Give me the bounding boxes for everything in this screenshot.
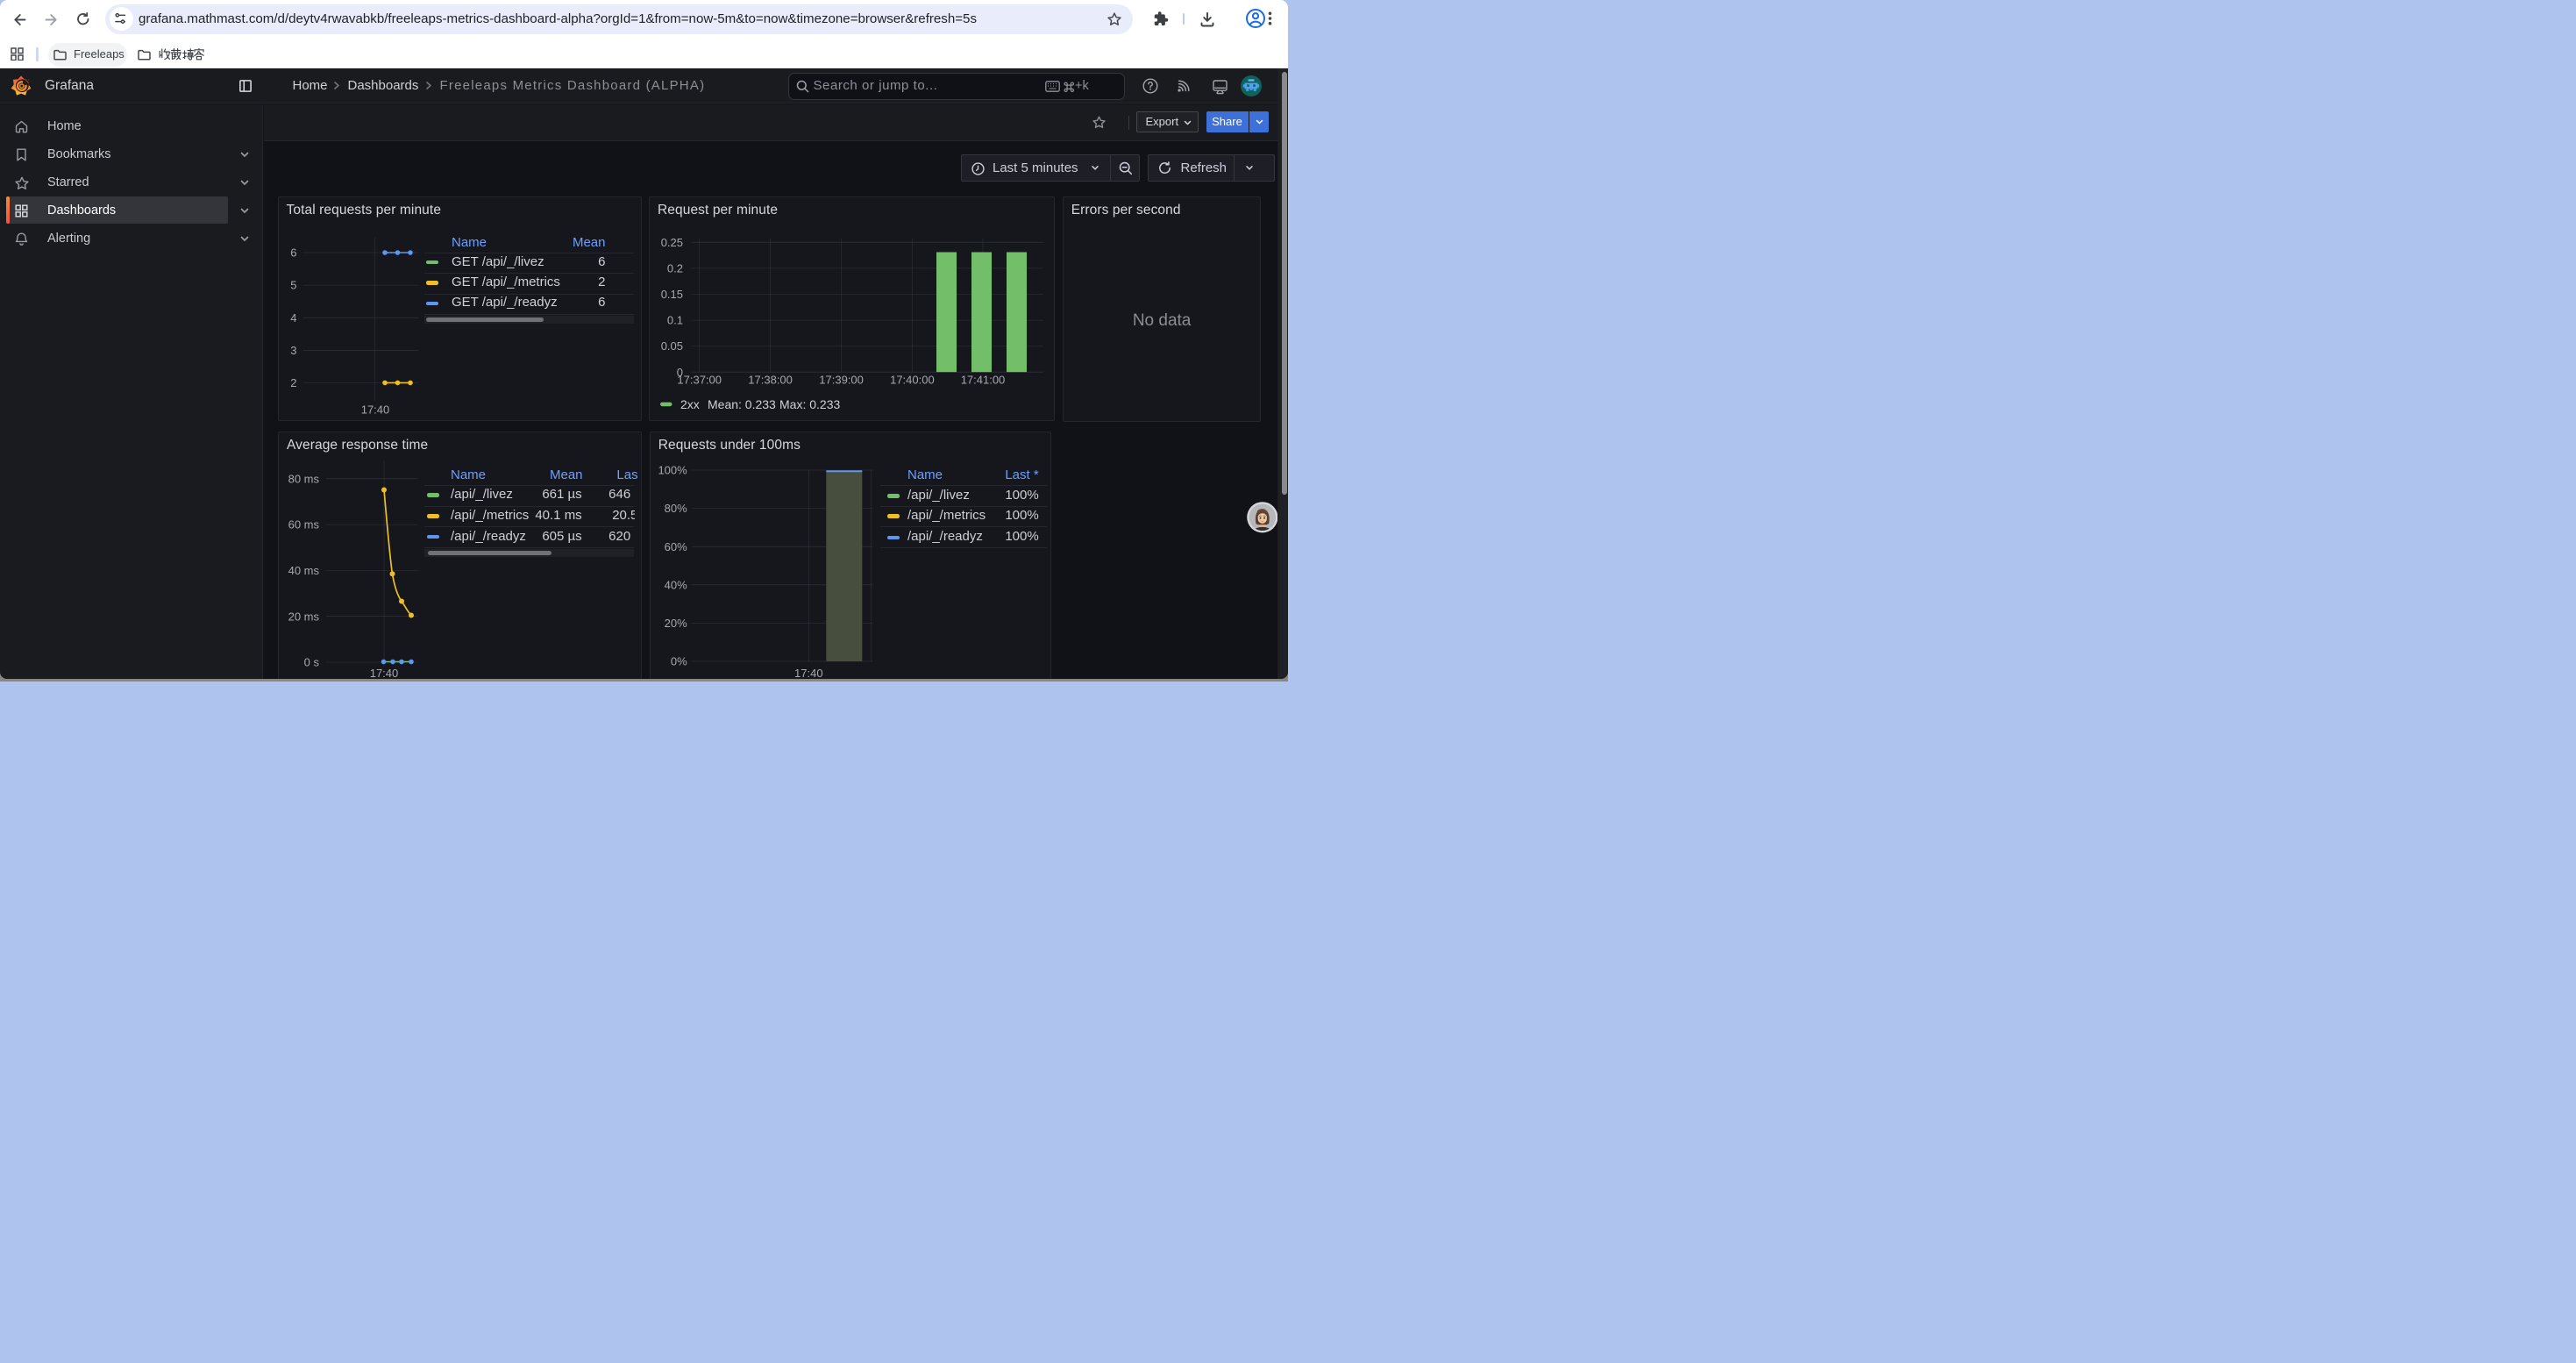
svg-text:17:41:00: 17:41:00	[961, 373, 1006, 386]
svg-text:100%: 100%	[658, 464, 687, 477]
svg-text:17:40: 17:40	[370, 667, 399, 679]
svg-text:0.05: 0.05	[661, 339, 683, 353]
svg-text:0%: 0%	[671, 655, 687, 668]
svg-text:17:40:00: 17:40:00	[890, 373, 935, 386]
svg-text:0.2: 0.2	[667, 261, 683, 275]
svg-text:80%: 80%	[664, 502, 687, 515]
svg-text:17:40: 17:40	[794, 667, 823, 679]
svg-text:17:37:00: 17:37:00	[677, 373, 722, 386]
svg-text:Mean: 0.233: Mean: 0.233	[708, 396, 776, 410]
svg-text:6: 6	[290, 246, 296, 259]
svg-text:17:39:00: 17:39:00	[819, 373, 864, 386]
svg-text:Max: 0.233: Max: 0.233	[779, 396, 840, 410]
svg-text:60%: 60%	[664, 540, 687, 553]
svg-text:60 ms: 60 ms	[288, 518, 320, 532]
svg-text:80 ms: 80 ms	[288, 472, 320, 485]
svg-text:5: 5	[290, 278, 296, 291]
svg-text:40%: 40%	[664, 578, 687, 591]
svg-text:40 ms: 40 ms	[288, 564, 320, 577]
svg-text:0 s: 0 s	[304, 656, 320, 669]
svg-text:0.25: 0.25	[661, 235, 683, 248]
svg-text:0.1: 0.1	[667, 313, 683, 326]
svg-text:4: 4	[290, 310, 296, 324]
svg-text:17:40: 17:40	[360, 403, 389, 416]
svg-text:17:38:00: 17:38:00	[748, 373, 793, 386]
svg-text:2xx: 2xx	[680, 396, 700, 410]
svg-text:2: 2	[290, 376, 296, 389]
svg-text:20 ms: 20 ms	[288, 610, 320, 623]
svg-text:20%: 20%	[664, 617, 687, 630]
svg-text:3: 3	[290, 343, 296, 356]
svg-text:0.15: 0.15	[661, 288, 683, 301]
